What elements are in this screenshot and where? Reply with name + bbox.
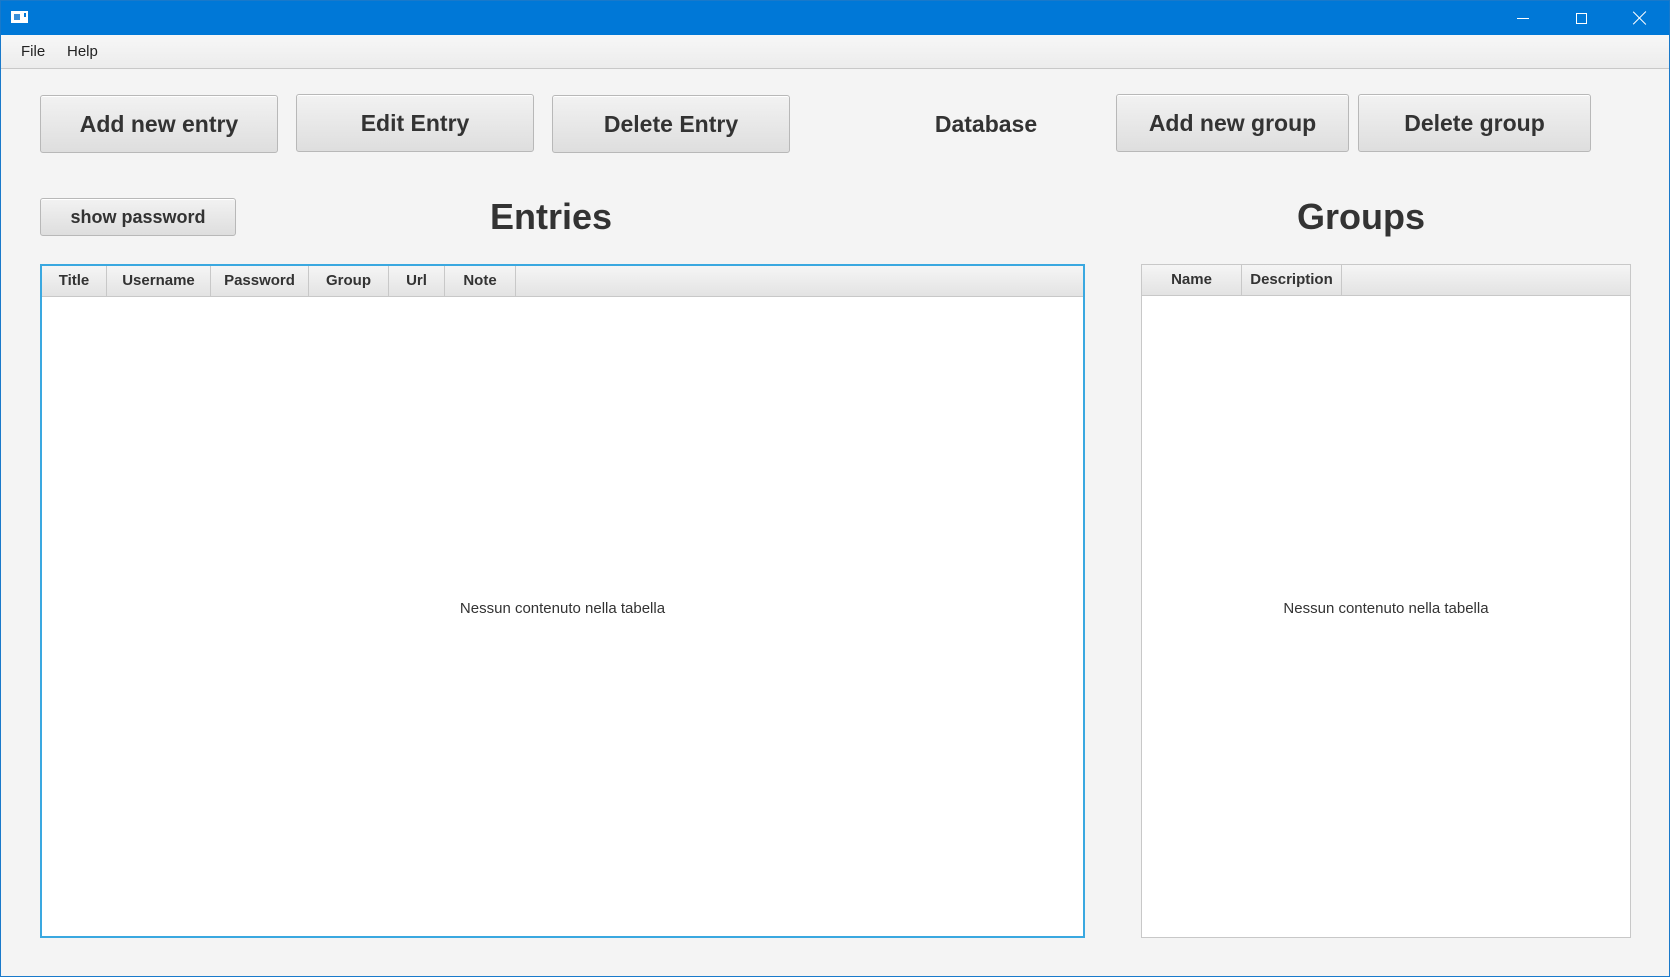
menu-bar: File Help (1, 35, 1669, 69)
app-window: File Help Add new entry Edit Entry Delet… (0, 0, 1670, 977)
minimize-button[interactable] (1494, 1, 1552, 35)
database-label: Database (934, 111, 1038, 137)
add-group-button[interactable]: Add new group (1116, 94, 1349, 152)
close-button[interactable] (1611, 1, 1669, 35)
column-header-description[interactable]: Description (1242, 265, 1342, 295)
maximize-icon (1575, 12, 1587, 24)
show-password-button[interactable]: show password (40, 198, 236, 236)
title-bar[interactable] (1, 1, 1669, 35)
menu-file[interactable]: File (11, 35, 55, 69)
column-header-password[interactable]: Password (211, 266, 309, 296)
app-window-icon (11, 11, 28, 23)
delete-entry-button[interactable]: Delete Entry (552, 95, 790, 153)
edit-entry-button[interactable]: Edit Entry (296, 94, 534, 152)
menu-help[interactable]: Help (57, 35, 108, 69)
add-entry-button[interactable]: Add new entry (40, 95, 278, 153)
minimize-icon (1517, 17, 1529, 19)
groups-heading: Groups (1296, 196, 1425, 237)
column-header-username[interactable]: Username (107, 266, 211, 296)
close-icon (1633, 11, 1647, 25)
maximize-button[interactable] (1552, 1, 1610, 35)
column-header-url[interactable]: Url (389, 266, 445, 296)
entries-table-header: Title Username Password Group Url Note (42, 266, 1083, 297)
column-header-note[interactable]: Note (445, 266, 516, 296)
groups-table[interactable]: Name Description Nessun contenuto nella … (1141, 264, 1631, 938)
column-header-group[interactable]: Group (309, 266, 389, 296)
entries-empty-message: Nessun contenuto nella tabella (459, 600, 666, 617)
entries-table[interactable]: Title Username Password Group Url Note N… (40, 264, 1085, 938)
groups-table-header: Name Description (1142, 265, 1630, 296)
column-header-name[interactable]: Name (1142, 265, 1242, 295)
column-header-title[interactable]: Title (42, 266, 107, 296)
delete-group-button[interactable]: Delete group (1358, 94, 1591, 152)
groups-empty-message: Nessun contenuto nella tabella (1283, 600, 1489, 617)
entries-heading: Entries (489, 196, 613, 237)
